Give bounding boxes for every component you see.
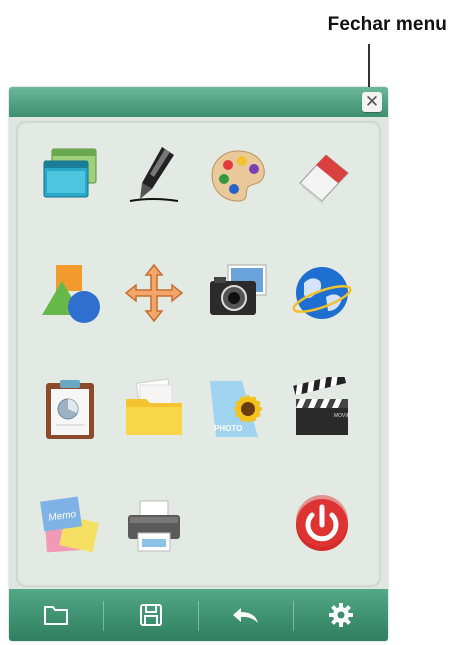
move-icon[interactable] [122, 261, 186, 325]
tool-grid: PHOTO MOVIE Memo [16, 121, 381, 587]
shapes-icon[interactable] [38, 261, 102, 325]
memo-icon[interactable]: Memo [38, 493, 102, 557]
save-icon[interactable] [104, 589, 198, 641]
globe-icon[interactable] [290, 261, 354, 325]
palette-icon[interactable] [206, 143, 270, 207]
close-menu-callout-label: Fechar menu [327, 14, 447, 35]
photo-icon[interactable]: PHOTO [206, 377, 270, 441]
undo-icon[interactable] [199, 589, 293, 641]
eraser-icon[interactable] [290, 143, 354, 207]
svg-text:MOVIE: MOVIE [334, 413, 351, 419]
folder-icon[interactable] [122, 377, 186, 441]
settings-gear-icon[interactable] [294, 589, 388, 641]
clipboard-icon[interactable] [38, 377, 102, 441]
open-folder-icon[interactable] [9, 589, 103, 641]
close-menu-button[interactable]: ✕ [362, 92, 382, 112]
menu-title-bar: ✕ [9, 87, 388, 117]
clapperboard-icon[interactable]: MOVIE [290, 377, 354, 441]
svg-text:PHOTO: PHOTO [214, 424, 242, 433]
printer-icon[interactable] [122, 493, 186, 557]
windows-icon[interactable] [38, 143, 102, 207]
tool-menu-panel: ✕ PHOTO MOVIE Memo [9, 87, 388, 641]
callout-pointer-line [368, 44, 370, 92]
pen-icon[interactable] [122, 143, 186, 207]
power-icon[interactable] [290, 493, 354, 557]
camera-icon[interactable] [206, 261, 270, 325]
bottom-toolbar [9, 589, 388, 641]
